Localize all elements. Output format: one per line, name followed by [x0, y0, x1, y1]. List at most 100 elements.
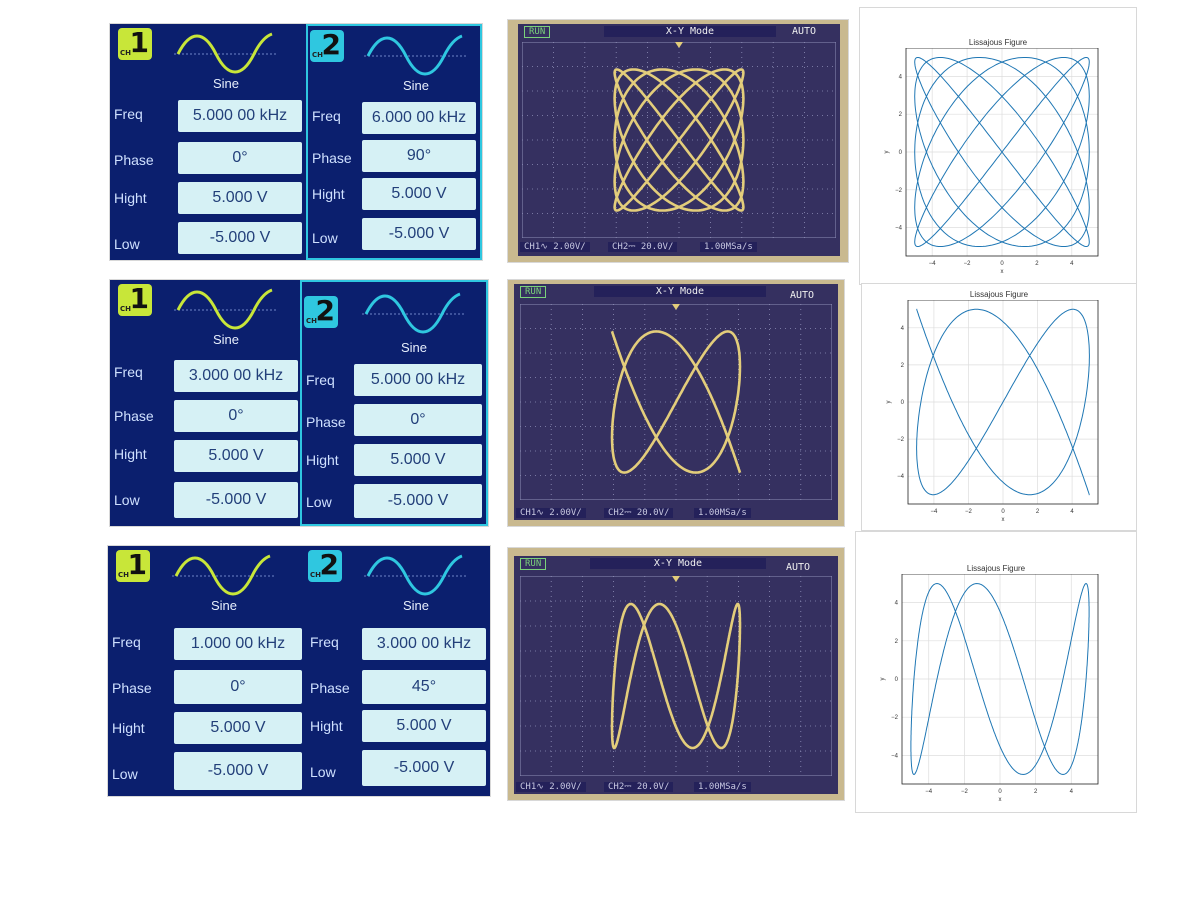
ch1-low-value[interactable]: -5.000 V: [178, 222, 302, 254]
ch2-pane: CH 2 Sine Freq 5.000 00 kHz Phase 0° Hig…: [300, 280, 488, 526]
ch1-phase-label: Phase: [114, 152, 154, 168]
ch1-freq-label: Freq: [112, 634, 141, 650]
x-axis-label: x: [1001, 269, 1004, 275]
generator-panel-2: CH 1 Sine Freq 3.000 00 kHz Phase 0° Hig…: [110, 280, 488, 526]
scope-grid-2: [520, 304, 832, 500]
scope-sample-rate: 1.00MSa/s: [694, 782, 751, 792]
generator-panel-3: CH 1 Sine Freq 1.000 00 kHz Phase 0° Hig…: [108, 546, 490, 796]
ch2-wave-label: Sine: [402, 78, 430, 93]
ch1-sine-wave-icon: [172, 554, 276, 596]
ch2-phase-value[interactable]: 45°: [362, 670, 486, 704]
y-tick-label: 2: [901, 363, 905, 369]
x-tick-label: −4: [929, 261, 937, 267]
ch2-phase-value[interactable]: 90°: [362, 140, 476, 172]
x-tick-label: −2: [965, 509, 973, 515]
ch2-number: 2: [321, 28, 341, 61]
scope-mode-title: X-Y Mode: [590, 558, 766, 569]
lissajous-plot-2: Lissajous Figure −4 −2 0 2 4 −4 −2 0 2 4 x y: [862, 284, 1136, 530]
y-axis-label: y: [880, 678, 886, 681]
plot-area-2: −4 −2 0 2 4 −4 −2 0 2 4 x y: [886, 300, 1099, 523]
ch1-high-value[interactable]: 5.000 V: [174, 712, 302, 744]
oscilloscope-3: RUN X-Y Mode AUTO CH1∿ 2.00V/ CH2⎓ 20.0V…: [508, 548, 844, 800]
y-tick-label: 4: [899, 74, 903, 80]
ch1-phase-value[interactable]: 0°: [174, 670, 302, 704]
x-tick-label: 4: [1070, 261, 1074, 267]
y-tick-label: 4: [901, 326, 905, 332]
ch2-freq-value[interactable]: 6.000 00 kHz: [362, 102, 476, 134]
scope-ch2-scale: CH2⎓ 20.0V/: [604, 782, 674, 792]
x-axis-label: x: [999, 797, 1002, 803]
x-tick-label: 4: [1070, 509, 1074, 515]
ch2-freq-label: Freq: [310, 634, 339, 650]
ch1-number: 1: [127, 548, 147, 581]
trigger-marker-icon: [672, 304, 680, 310]
ch1-high-value[interactable]: 5.000 V: [174, 440, 298, 472]
ch1-low-value[interactable]: -5.000 V: [174, 752, 302, 790]
x-tick-label: 0: [1001, 509, 1005, 515]
ch2-pane: CH 2 Sine Freq 6.000 00 kHz Phase 90° Hi…: [306, 24, 482, 260]
y-tick-label: 0: [899, 150, 903, 156]
ch2-wave-label: Sine: [400, 340, 428, 355]
ch2-freq-value[interactable]: 5.000 00 kHz: [354, 364, 482, 396]
scope-run-indicator: RUN: [520, 558, 547, 570]
scope-sample-rate: 1.00MSa/s: [700, 242, 757, 252]
x-tick-label: 0: [1000, 261, 1004, 267]
scope-run-indicator: RUN: [520, 286, 547, 298]
x-tick-label: 0: [998, 789, 1002, 795]
scope-screen-1: RUN X-Y Mode AUTO CH1∿ 2.00V/ CH2⎓ 20.0V…: [518, 24, 840, 256]
scope-run-indicator: RUN: [524, 26, 551, 38]
scope-ch2-scale: CH2⎓ 20.0V/: [608, 242, 678, 252]
ch2-freq-label: Freq: [306, 372, 335, 388]
scope-auto-label: AUTO: [792, 26, 817, 37]
y-axis-label: y: [886, 401, 892, 404]
x-tick-label: −4: [930, 509, 938, 515]
ch2-low-value[interactable]: -5.000 V: [354, 484, 482, 518]
ch1-high-label: Hight: [114, 190, 147, 206]
ch2-high-label: Hight: [310, 718, 343, 734]
scope-auto-label: AUTO: [790, 290, 815, 301]
ch2-sine-wave-icon: [364, 34, 468, 76]
x-tick-label: 2: [1034, 789, 1038, 795]
ch2-low-value[interactable]: -5.000 V: [362, 218, 476, 250]
x-tick-label: −4: [925, 789, 933, 795]
ch1-high-value[interactable]: 5.000 V: [178, 182, 302, 214]
x-tick-label: 2: [1036, 509, 1040, 515]
ch1-freq-value[interactable]: 3.000 00 kHz: [174, 360, 298, 392]
ch1-freq-value[interactable]: 1.000 00 kHz: [174, 628, 302, 660]
ch2-high-label: Hight: [312, 186, 345, 202]
y-tick-label: 0: [895, 677, 899, 683]
ch2-freq-value[interactable]: 3.000 00 kHz: [362, 628, 486, 660]
y-tick-label: 4: [895, 601, 899, 607]
ch2-low-label: Low: [312, 230, 338, 246]
ch2-phase-value[interactable]: 0°: [354, 404, 482, 436]
ch2-badge: CH 2: [308, 548, 342, 582]
ch2-high-value[interactable]: 5.000 V: [362, 710, 486, 742]
x-tick-label: 4: [1070, 789, 1074, 795]
ch2-high-value[interactable]: 5.000 V: [354, 444, 482, 476]
x-axis-label: x: [1002, 517, 1005, 523]
ch2-low-label: Low: [310, 764, 336, 780]
ch2-number: 2: [319, 548, 339, 581]
ch2-high-value[interactable]: 5.000 V: [362, 178, 476, 210]
lissajous-plot-3: Lissajous Figure −4 −2 0 2 4 −4 −2 0 2 4 x y: [856, 532, 1136, 812]
ch1-freq-value[interactable]: 5.000 00 kHz: [178, 100, 302, 132]
scope-xy-trace: [613, 68, 745, 212]
trigger-marker-icon: [672, 576, 680, 582]
ch1-low-value[interactable]: -5.000 V: [174, 482, 298, 518]
ch2-low-value[interactable]: -5.000 V: [362, 750, 486, 786]
ch2-wave-label: Sine: [402, 598, 430, 613]
ch2-pane: CH 2 Sine Freq 3.000 00 kHz Phase 45° Hi…: [306, 546, 490, 796]
y-tick-label: −4: [897, 474, 905, 480]
ch1-wave-label: Sine: [212, 332, 240, 347]
ch1-phase-value[interactable]: 0°: [178, 142, 302, 174]
ch1-phase-value[interactable]: 0°: [174, 400, 298, 432]
ch1-phase-label: Phase: [114, 408, 154, 424]
y-axis-label: y: [884, 151, 890, 154]
ch1-low-label: Low: [114, 236, 140, 252]
scope-ch1-scale: CH1∿ 2.00V/: [520, 242, 590, 252]
ch1-badge: CH 1: [118, 26, 152, 60]
ch2-sine-wave-icon: [364, 554, 468, 596]
ch2-high-label: Hight: [306, 452, 339, 468]
ch1-wave-label: Sine: [212, 76, 240, 91]
ch1-low-label: Low: [112, 766, 138, 782]
